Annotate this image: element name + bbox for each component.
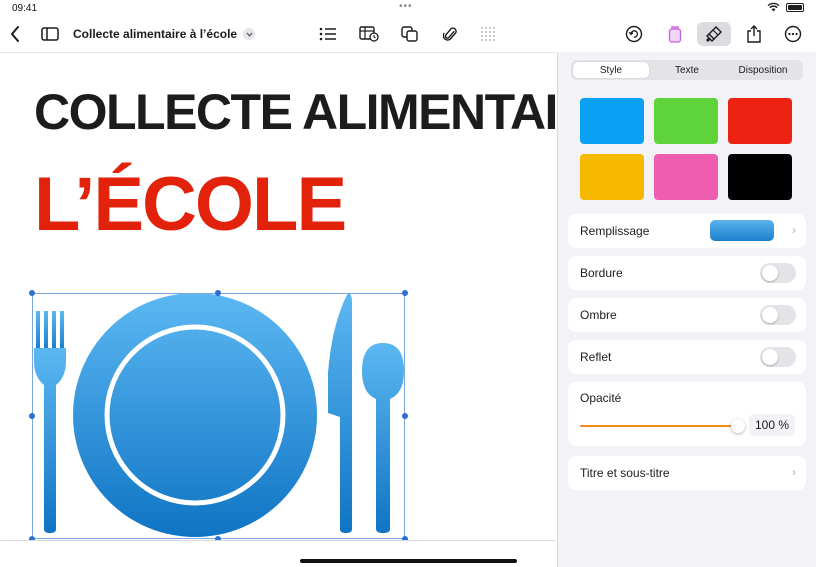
status-bar: 09:41 ••• xyxy=(0,0,816,16)
undo-icon xyxy=(625,25,643,43)
paintbrush-icon xyxy=(706,26,722,42)
status-indicators xyxy=(767,2,804,12)
border-label: Bordure xyxy=(580,266,623,280)
back-button[interactable] xyxy=(2,22,28,46)
battery-icon xyxy=(786,2,804,12)
headline-line-1[interactable]: COLLECTE ALIMENTAIRE À xyxy=(34,83,556,141)
title-caption-label: Titre et sous-titre xyxy=(580,466,670,480)
home-indicator[interactable] xyxy=(300,559,517,563)
undo-button[interactable] xyxy=(621,22,647,46)
jar-icon xyxy=(668,26,682,43)
share-icon xyxy=(747,25,761,43)
toggle-knob xyxy=(762,265,778,281)
border-toggle[interactable] xyxy=(760,263,796,283)
resize-handle-top-left[interactable] xyxy=(29,290,35,296)
swatch-yellow[interactable] xyxy=(580,154,644,200)
document-title: Collecte alimentaire à l’école xyxy=(73,27,238,41)
sidebar-icon xyxy=(41,27,59,41)
chevron-right-icon: › xyxy=(792,465,796,479)
fill-row[interactable]: Remplissage › xyxy=(568,214,806,248)
title-caption-row[interactable]: Titre et sous-titre › xyxy=(568,456,806,490)
insert-table-button[interactable] xyxy=(356,22,382,46)
resize-handle-top-right[interactable] xyxy=(402,290,408,296)
resize-handle-left[interactable] xyxy=(29,413,35,419)
opacity-row: Opacité 100 % xyxy=(568,382,806,446)
sidebar-toggle-button[interactable] xyxy=(37,22,63,46)
page-bottom-divider xyxy=(0,540,556,541)
chevron-left-icon xyxy=(10,26,19,42)
opacity-slider-knob[interactable] xyxy=(731,419,745,433)
ellipsis-circle-icon xyxy=(784,25,802,43)
selection-frame xyxy=(32,293,405,539)
more-button[interactable] xyxy=(780,22,806,46)
swatch-green[interactable] xyxy=(654,98,718,144)
smart-annotation-button[interactable] xyxy=(662,22,688,46)
insert-shape-button[interactable] xyxy=(397,22,423,46)
dotted-grid-icon xyxy=(481,27,495,41)
list-icon xyxy=(319,27,336,41)
shadow-label: Ombre xyxy=(580,308,617,322)
shadow-row: Ombre xyxy=(568,298,806,332)
insert-media-button[interactable] xyxy=(437,22,463,46)
wifi-icon xyxy=(767,2,780,12)
fill-color-chip[interactable] xyxy=(710,220,774,241)
toggle-knob xyxy=(762,307,778,323)
reflection-label: Reflet xyxy=(580,350,612,364)
tab-layout[interactable]: Disposition xyxy=(725,62,801,78)
toolbar: Collecte alimentaire à l’école xyxy=(0,18,816,50)
reflection-row: Reflet xyxy=(568,340,806,374)
resize-handle-top[interactable] xyxy=(215,290,221,296)
chevron-down-icon xyxy=(243,28,256,40)
format-inspector-panel: Style Texte Disposition Remplissage › Bo… xyxy=(557,52,816,567)
format-button[interactable] xyxy=(697,22,731,46)
document-title-menu[interactable]: Collecte alimentaire à l’école xyxy=(73,27,256,41)
resize-handle-right[interactable] xyxy=(402,413,408,419)
opacity-slider-track[interactable] xyxy=(580,425,737,427)
fill-label: Remplissage xyxy=(580,224,650,238)
reflection-toggle[interactable] xyxy=(760,347,796,367)
grid-button[interactable] xyxy=(475,22,501,46)
headline-line-2[interactable]: L’ÉCOLE xyxy=(34,161,347,248)
toggle-knob xyxy=(762,349,778,365)
swatch-pink[interactable] xyxy=(654,154,718,200)
tab-text[interactable]: Texte xyxy=(649,62,725,78)
swatch-red[interactable] xyxy=(728,98,792,144)
inspector-tabs: Style Texte Disposition xyxy=(571,60,803,80)
multitasking-dots-icon[interactable]: ••• xyxy=(399,1,413,12)
table-clock-icon xyxy=(359,26,379,42)
opacity-label: Opacité xyxy=(580,391,622,405)
swatch-blue[interactable] xyxy=(580,98,644,144)
border-row: Bordure xyxy=(568,256,806,290)
tab-style[interactable]: Style xyxy=(573,62,649,78)
share-button[interactable] xyxy=(741,22,767,46)
shadow-toggle[interactable] xyxy=(760,305,796,325)
shapes-icon xyxy=(401,26,418,42)
document-canvas[interactable]: COLLECTE ALIMENTAIRE À L’ÉCOLE xyxy=(0,52,556,540)
style-swatches xyxy=(580,98,792,200)
list-button[interactable] xyxy=(315,22,341,46)
status-time: 09:41 xyxy=(12,3,38,14)
paperclip-icon xyxy=(443,27,457,41)
opacity-value-field[interactable]: 100 % xyxy=(749,414,795,436)
swatch-black[interactable] xyxy=(728,154,792,200)
chevron-right-icon: › xyxy=(792,223,796,237)
